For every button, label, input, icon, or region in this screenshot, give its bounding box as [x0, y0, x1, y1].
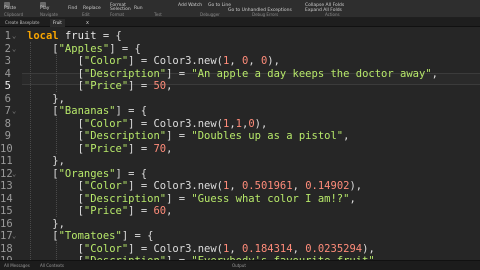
line-number: 15	[0, 205, 13, 217]
group-format: Format	[110, 12, 125, 17]
paste-button[interactable]: Paste	[4, 6, 16, 11]
code-line: ["Price"] = 70,	[27, 142, 173, 155]
code-line: local fruit = {	[27, 30, 122, 42]
context-filter-dropdown[interactable]: All Contexts	[40, 263, 64, 269]
group-debugger: Debugger	[200, 12, 220, 17]
line-number: 17	[0, 230, 13, 242]
fold-toggle-icon[interactable]: ⌄	[12, 230, 16, 243]
message-filter-dropdown[interactable]: All Messages	[4, 263, 30, 269]
fold-toggle-icon[interactable]: ⌄	[12, 43, 16, 56]
fold-toggle-icon[interactable]: ⌄	[12, 30, 16, 43]
code-line: ["Oranges"] = {	[27, 167, 148, 180]
group-debug-errors: Debug Errors	[252, 12, 279, 17]
group-navigate: Navigate	[40, 12, 58, 17]
line-number: 7	[4, 105, 11, 117]
line-number: 8	[4, 117, 11, 130]
code-line: },	[27, 217, 65, 230]
code-line: },	[27, 155, 65, 167]
close-icon[interactable]: x	[86, 19, 89, 27]
line-number: 10	[0, 142, 13, 155]
line-number: 2	[4, 42, 11, 55]
group-test: Test	[154, 12, 162, 17]
ribbon-toolbar: Paste Play Find Replace Format Selection…	[0, 0, 480, 18]
line-number: 1	[4, 30, 11, 42]
output-title: Output	[232, 263, 246, 268]
code-line: ["Apples"] = {	[27, 42, 141, 55]
line-number: 11	[0, 155, 13, 167]
find-button[interactable]: Find	[68, 6, 77, 11]
fold-toggle-icon[interactable]: ⌄	[12, 168, 16, 181]
run-button[interactable]: Run	[134, 6, 143, 11]
line-number: 4	[4, 67, 11, 80]
line-number: 6	[4, 92, 11, 105]
code-line: ["Color"] = Color3.new(1, 0, 0),	[27, 55, 280, 67]
code-line: ["Description"] = "An apple a day keeps …	[27, 67, 438, 80]
line-number: 3	[4, 55, 11, 67]
tab-create-baseplate[interactable]: Create Baseplate	[2, 19, 42, 27]
line-number: 13	[0, 180, 13, 192]
line-number: 12	[0, 167, 13, 180]
code-line: },	[27, 92, 65, 105]
tab-fruit[interactable]: Fruit	[50, 19, 65, 27]
line-number: 9	[4, 130, 11, 142]
line-number: 14	[0, 192, 13, 205]
code-line: ["Price"] = 60,	[27, 205, 173, 217]
code-line: ["Bananas"] = {	[27, 105, 148, 117]
line-number: 16	[0, 217, 13, 230]
tab-bar: Create Baseplate Fruit x	[0, 18, 480, 27]
code-line: ["Color"] = Color3.new(1, 0.184314, 0.02…	[27, 242, 375, 255]
add-watch-button[interactable]: Add Watch	[178, 3, 202, 8]
code-line: ["Tomatoes"] = {	[27, 230, 154, 242]
group-actions: Actions	[325, 12, 340, 17]
output-bar: All Messages All Contexts Output	[0, 260, 480, 270]
code-line: ["Price"] = 50,	[27, 80, 173, 92]
code-line: ["Description"] = "Doubles up as a pisto…	[27, 130, 350, 142]
line-number-gutter: 1 2 3 4 5 6 7 8 9 10 11 12 13 14 15 16 1…	[0, 28, 20, 260]
code-line: ["Description"] = "Guess what color I am…	[27, 192, 356, 205]
line-number: 18	[0, 242, 13, 255]
script-editor[interactable]: 1 2 3 4 5 6 7 8 9 10 11 12 13 14 15 16 1…	[0, 28, 480, 260]
code-line: ["Color"] = Color3.new(1, 0.501961, 0.14…	[27, 180, 363, 192]
replace-button[interactable]: Replace	[83, 6, 101, 11]
play-button[interactable]: Play	[40, 6, 49, 11]
code-line: ["Color"] = Color3.new(1,1,0),	[27, 117, 268, 130]
group-edit: Edit	[82, 12, 90, 17]
fold-toggle-icon[interactable]: ⌄	[12, 105, 16, 118]
line-number: 5	[4, 80, 11, 92]
group-clipboard: Clipboard	[4, 12, 24, 17]
